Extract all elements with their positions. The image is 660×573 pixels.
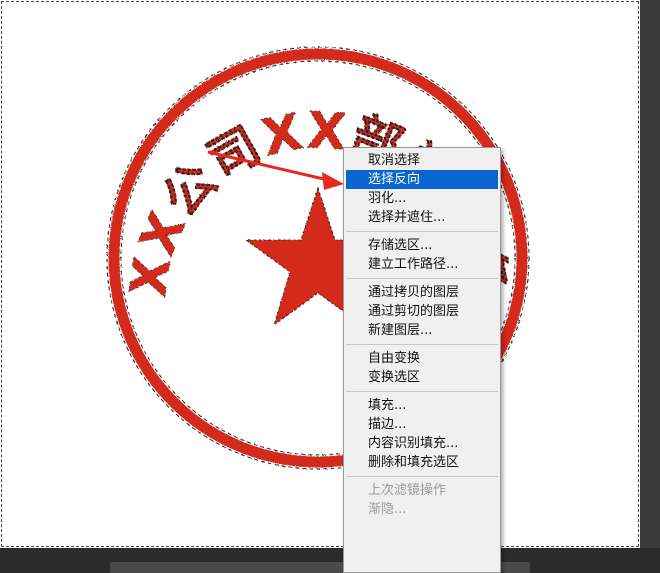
menu-separator bbox=[346, 231, 498, 232]
menu-item[interactable]: 通过拷贝的图层 bbox=[344, 283, 500, 302]
menu-item[interactable]: 描边... bbox=[344, 415, 500, 434]
menu-item[interactable]: 删除和填充选区 bbox=[344, 453, 500, 472]
menu-item[interactable]: 自由变换 bbox=[344, 349, 500, 368]
menu-separator bbox=[346, 476, 498, 477]
menu-item[interactable]: 选择反向 bbox=[346, 170, 498, 189]
menu-item[interactable]: 建立工作路径... bbox=[344, 255, 500, 274]
menu-separator bbox=[346, 278, 498, 279]
menu-item: 上次滤镜操作 bbox=[368, 483, 447, 498]
menu-item[interactable]: 内容识别填充... bbox=[344, 434, 500, 453]
menu-separator bbox=[346, 344, 498, 345]
document-canvas[interactable]: XX公司XX部门财务 bbox=[0, 0, 640, 548]
vertical-scrollbar[interactable] bbox=[640, 0, 660, 573]
menu-item[interactable]: 取消选择 bbox=[344, 151, 500, 170]
menu-item[interactable]: 填充... bbox=[344, 396, 500, 415]
menu-separator bbox=[346, 391, 498, 392]
menu-item[interactable]: 羽化... bbox=[344, 189, 500, 208]
stamp-graphic: XX公司XX部门财务 bbox=[106, 46, 530, 470]
menu-item[interactable]: 选择并遮住... bbox=[344, 208, 500, 227]
menu-item[interactable]: 新建图层... bbox=[344, 321, 500, 340]
menu-item[interactable]: 通过剪切的图层 bbox=[344, 302, 500, 321]
menu-item: 渐隐... bbox=[368, 502, 407, 517]
menu-item[interactable]: 存储选区... bbox=[344, 236, 500, 255]
canvas-area[interactable]: XX公司XX部门财务 bbox=[0, 0, 660, 573]
context-menu: 取消选择 选择反向 羽化... 选择并遮住... 存储选区... 建立工作路径... 通过拷… bbox=[343, 147, 501, 573]
menu-item[interactable]: 变换选区 bbox=[344, 368, 500, 387]
